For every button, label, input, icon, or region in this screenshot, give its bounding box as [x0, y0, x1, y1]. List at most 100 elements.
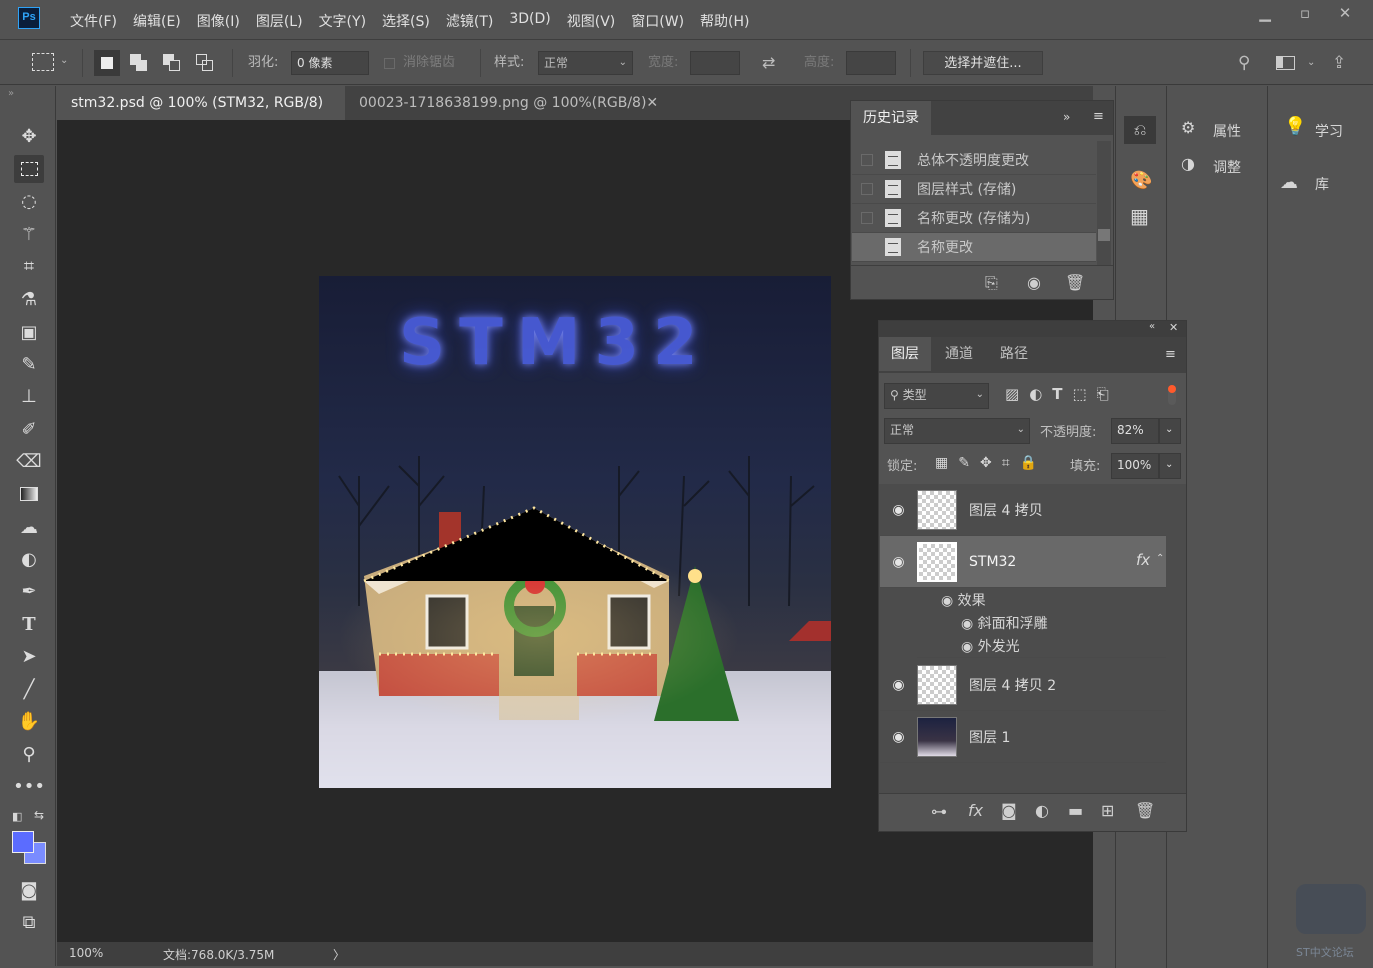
- screen-mode-icon[interactable]: ⧉: [14, 908, 44, 936]
- path-selection-tool-icon[interactable]: ➤: [14, 642, 44, 670]
- menu-layer[interactable]: 图层(L): [248, 11, 311, 31]
- clone-stamp-tool-icon[interactable]: ⊥: [14, 382, 44, 410]
- new-group-folder-icon[interactable]: ▬: [1068, 801, 1083, 820]
- pixel-filter-icon[interactable]: ▨: [1005, 385, 1019, 403]
- visibility-eye-icon[interactable]: ◉: [961, 639, 973, 655]
- properties-label[interactable]: 属性: [1213, 121, 1241, 141]
- foreground-color-swatch[interactable]: [12, 831, 34, 853]
- quick-mask-icon[interactable]: ◙: [14, 876, 44, 904]
- eyedropper-tool-icon[interactable]: ⚗: [14, 285, 44, 313]
- history-item[interactable]: 名称更改 (存储为): [852, 204, 1096, 233]
- width-input[interactable]: [690, 51, 740, 75]
- crop-tool-icon[interactable]: ⌗: [14, 252, 44, 280]
- type-filter-icon[interactable]: T: [1052, 385, 1062, 403]
- lasso-tool-icon[interactable]: ◌: [14, 187, 44, 215]
- effects-row[interactable]: ◉ 效果: [941, 590, 986, 610]
- history-tab[interactable]: 历史记录: [851, 101, 931, 135]
- hand-tool-icon[interactable]: ✋: [14, 707, 44, 735]
- brush-tool-icon[interactable]: ✎: [14, 350, 44, 378]
- visibility-eye-icon[interactable]: ◉: [961, 616, 973, 632]
- restore-button[interactable]: ▫: [1285, 4, 1325, 22]
- new-selection-button[interactable]: [94, 50, 120, 76]
- layer-effects-fx-icon[interactable]: fx: [1136, 551, 1150, 569]
- menu-file[interactable]: 文件(F): [62, 11, 125, 31]
- search-icon[interactable]: ⚲: [1238, 51, 1250, 75]
- history-item[interactable]: 图层样式 (存储): [852, 175, 1096, 204]
- share-icon[interactable]: ⇪: [1332, 51, 1346, 75]
- smart-object-filter-icon[interactable]: ⎗: [1097, 385, 1109, 403]
- effect-row[interactable]: ◉ 外发光: [961, 636, 1020, 656]
- dodge-tool-icon[interactable]: ◐: [14, 545, 44, 573]
- menu-image[interactable]: 图像(I): [189, 11, 248, 31]
- subtract-selection-button[interactable]: [163, 54, 181, 72]
- collapse-icon[interactable]: »: [1063, 110, 1070, 124]
- workspace-icon[interactable]: [1276, 56, 1295, 70]
- menu-select[interactable]: 选择(S): [374, 11, 438, 31]
- adjustments-icon[interactable]: ◑: [1181, 154, 1195, 173]
- close-tab-icon[interactable]: ✕: [646, 95, 658, 111]
- rectangular-marquee-tool-icon[interactable]: [14, 155, 44, 183]
- lock-pixels-icon[interactable]: ✎: [958, 455, 970, 471]
- menu-window[interactable]: 窗口(W): [623, 11, 692, 31]
- menu-edit[interactable]: 编辑(E): [125, 11, 189, 31]
- more-tools-icon[interactable]: •••: [13, 772, 45, 800]
- chevron-down-icon[interactable]: ⌄: [1159, 453, 1181, 479]
- snapshot-camera-icon[interactable]: ◉: [1027, 273, 1041, 292]
- zoom-level[interactable]: 100%: [69, 946, 103, 960]
- swap-colors-icon[interactable]: ⇆: [34, 808, 44, 822]
- photoshop-logo-icon[interactable]: Ps: [18, 7, 40, 29]
- gradient-tool-icon[interactable]: [14, 480, 44, 508]
- history-brush-tool-icon[interactable]: ✐: [14, 415, 44, 443]
- swatches-icon[interactable]: 🎨: [1130, 170, 1152, 191]
- layer-row[interactable]: ◉ 图层 1: [880, 711, 1166, 763]
- close-panel-icon[interactable]: ✕: [1169, 321, 1178, 334]
- menu-filter[interactable]: 滤镜(T): [438, 11, 501, 31]
- history-panel-icon[interactable]: ⎌: [1124, 116, 1156, 144]
- layer-row[interactable]: ◉ 图层 4 拷贝 2: [880, 659, 1166, 711]
- menu-help[interactable]: 帮助(H): [692, 11, 757, 31]
- trash-icon[interactable]: 🗑: [1065, 273, 1085, 292]
- lock-position-icon[interactable]: ✥: [980, 455, 992, 471]
- select-and-mask-button[interactable]: 选择并遮住...: [923, 51, 1043, 75]
- properties-icon[interactable]: ⚙: [1181, 118, 1195, 137]
- height-input[interactable]: [846, 51, 896, 75]
- tab-stm32[interactable]: stm32.psd @ 100% (STM32, RGB/8) * ✕: [57, 86, 345, 145]
- filter-toggle[interactable]: [1168, 385, 1176, 405]
- expand-icon[interactable]: »: [8, 88, 14, 99]
- tab-paths[interactable]: 路径: [1000, 337, 1028, 371]
- add-mask-icon[interactable]: ◙: [1001, 801, 1017, 820]
- chevron-down-icon[interactable]: ⌄: [1159, 418, 1181, 444]
- style-select[interactable]: 正常 ⌄: [538, 51, 633, 75]
- creative-cloud-icon[interactable]: ☁: [1280, 172, 1298, 193]
- tab-png[interactable]: 00023-1718638199.png @ 100%(RGB/8)✕: [345, 86, 672, 120]
- add-selection-button[interactable]: [130, 54, 148, 72]
- shape-filter-icon[interactable]: ⬚: [1073, 385, 1087, 403]
- add-style-fx-icon[interactable]: fx: [968, 801, 983, 820]
- visibility-eye-icon[interactable]: ◉: [880, 554, 917, 570]
- effect-row[interactable]: ◉ 斜面和浮雕: [961, 613, 1048, 633]
- antialias-checkbox[interactable]: [384, 58, 395, 69]
- tab-channels[interactable]: 通道: [945, 337, 973, 371]
- libraries-label[interactable]: 库: [1315, 174, 1329, 194]
- close-window-button[interactable]: ✕: [1325, 4, 1365, 22]
- history-item-selected[interactable]: 名称更改: [852, 233, 1096, 262]
- layer-row-selected[interactable]: ◉ STM32 fx ⌃: [880, 536, 1166, 588]
- intersect-selection-button[interactable]: [196, 54, 214, 72]
- panel-menu-icon[interactable]: ≡: [1165, 347, 1176, 362]
- lightbulb-icon[interactable]: 💡: [1284, 116, 1306, 137]
- delete-layer-trash-icon[interactable]: 🗑: [1135, 801, 1155, 820]
- zoom-tool-icon[interactable]: ⚲: [14, 740, 44, 768]
- blend-mode-select[interactable]: 正常 ⌄: [884, 418, 1030, 444]
- type-tool-icon[interactable]: T: [14, 610, 44, 638]
- line-tool-icon[interactable]: ╱: [14, 675, 44, 703]
- pen-tool-icon[interactable]: ✒: [14, 577, 44, 605]
- adjustments-label[interactable]: 调整: [1213, 157, 1241, 177]
- history-scrollbar[interactable]: [1097, 141, 1111, 265]
- frame-tool-icon[interactable]: ▣: [14, 318, 44, 346]
- link-layers-icon[interactable]: ⊶: [931, 802, 947, 821]
- eraser-tool-icon[interactable]: ⌫: [14, 447, 44, 475]
- magic-wand-tool-icon[interactable]: ⚚: [14, 220, 44, 248]
- menu-type[interactable]: 文字(Y): [311, 11, 374, 31]
- marquee-tool-preset-icon[interactable]: [32, 53, 54, 71]
- visibility-eye-icon[interactable]: ◉: [941, 593, 953, 609]
